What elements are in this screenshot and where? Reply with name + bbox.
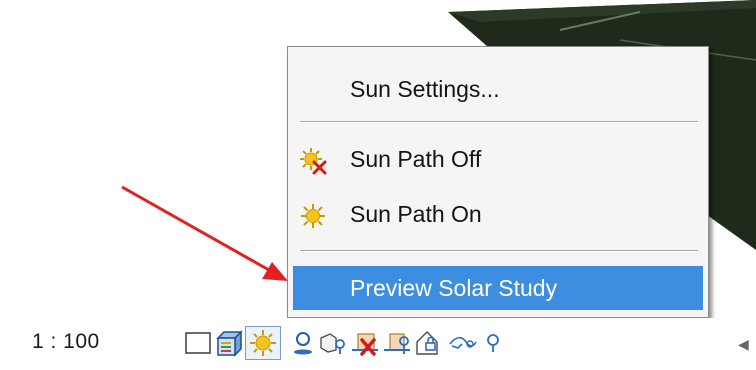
menu-item-sun-path-off[interactable]: Sun Path Off <box>293 137 703 181</box>
sun-icon <box>299 200 327 228</box>
view-control-bar: 1 : 100 ◀ <box>0 318 756 370</box>
shadows-icon[interactable] <box>288 328 318 358</box>
view-scale[interactable]: 1 : 100 <box>32 330 100 354</box>
detail-level-icon[interactable] <box>183 328 213 358</box>
menu-separator <box>300 121 698 123</box>
visual-style-icon[interactable] <box>214 328 244 358</box>
temporary-hide-icon[interactable] <box>382 328 412 358</box>
sun-off-icon <box>299 145 327 175</box>
scroll-left-icon[interactable]: ◀ <box>738 336 749 353</box>
menu-separator <box>300 250 698 252</box>
hide-analytical-icon[interactable] <box>478 328 508 358</box>
hide-crop-region-icon[interactable] <box>350 328 380 358</box>
sun-path-menu: Sun Settings... Sun Path Off Sun Path On… <box>287 46 709 318</box>
menu-item-sun-path-on[interactable]: Sun Path On <box>293 192 703 236</box>
sun-path-icon[interactable] <box>245 326 281 360</box>
menu-item-sun-settings[interactable]: Sun Settings... <box>293 67 703 111</box>
reveal-hidden-icon[interactable] <box>414 328 444 358</box>
crop-view-icon[interactable] <box>318 328 348 358</box>
menu-item-preview-solar-study[interactable]: Preview Solar Study <box>293 266 703 310</box>
unlock-3d-view-icon[interactable] <box>448 328 478 358</box>
